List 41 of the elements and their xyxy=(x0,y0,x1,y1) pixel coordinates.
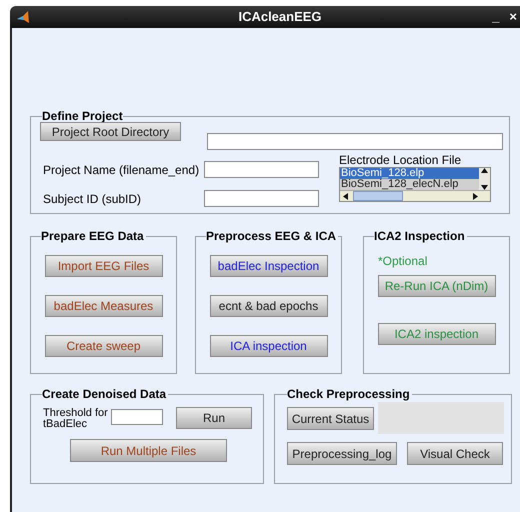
action-button[interactable]: Create sweep xyxy=(44,335,162,357)
action-button[interactable]: ICA inspection xyxy=(210,335,328,357)
window-title: ICAcleanEEG xyxy=(237,8,323,26)
panel-title: Create Denoised Data xyxy=(42,388,168,400)
visual-check-button[interactable]: Visual Check xyxy=(407,442,503,465)
optional-note: *Optional xyxy=(378,253,428,270)
list-item[interactable]: BioSemi_128.elp xyxy=(340,168,479,179)
field-label: Project Name (filename_end) xyxy=(42,162,200,176)
scrollbar[interactable] xyxy=(479,168,490,190)
threshold-field[interactable] xyxy=(111,409,163,425)
action-button[interactable]: Import EEG Files xyxy=(44,255,162,277)
log-button[interactable]: Preprocessing_log xyxy=(287,442,397,465)
input-field[interactable] xyxy=(207,133,503,150)
panel-title: Define Project xyxy=(42,110,123,122)
panel-title: Check Preprocessing xyxy=(287,388,411,400)
run-button[interactable]: Run xyxy=(176,407,252,429)
current-status-button[interactable]: Current Status xyxy=(287,407,374,430)
panel-title: Preprocess EEG & ICA xyxy=(206,230,338,242)
horizontal-scrollbar[interactable] xyxy=(340,190,490,201)
list-box[interactable]: BioSemi_128.elp BioSemi_128_elecN.elp xyxy=(339,167,491,202)
down-arrow-icon[interactable] xyxy=(481,185,488,190)
run-multiple-button[interactable]: Run Multiple Files xyxy=(70,439,227,462)
minimize-button[interactable]: _ xyxy=(492,7,500,27)
field-label: Electrode Location File xyxy=(339,154,462,167)
scroll-thumb[interactable] xyxy=(353,191,403,201)
left-arrow-icon[interactable] xyxy=(342,192,350,200)
field-label: Threshold for tBadElec xyxy=(43,408,109,430)
panel-title: ICA2 Inspection xyxy=(374,230,466,242)
list-item[interactable]: BioSemi_128_elecN.elp xyxy=(340,179,479,190)
input-field[interactable] xyxy=(204,161,319,178)
field-label: Subject ID (subID) xyxy=(42,192,142,206)
close-button[interactable]: × xyxy=(509,7,517,27)
right-arrow-icon[interactable] xyxy=(471,192,479,200)
action-button[interactable]: badElec Inspection xyxy=(210,255,328,277)
up-arrow-icon[interactable] xyxy=(481,168,488,173)
action-button[interactable]: badElec Measures xyxy=(44,295,162,317)
app-icon xyxy=(16,10,30,24)
input-field[interactable] xyxy=(204,190,319,207)
action-button[interactable]: ecnt & bad epochs xyxy=(210,295,328,317)
root-directory-button[interactable]: Project Root Directory xyxy=(40,122,181,141)
panel-title: Prepare EEG Data xyxy=(41,230,145,242)
